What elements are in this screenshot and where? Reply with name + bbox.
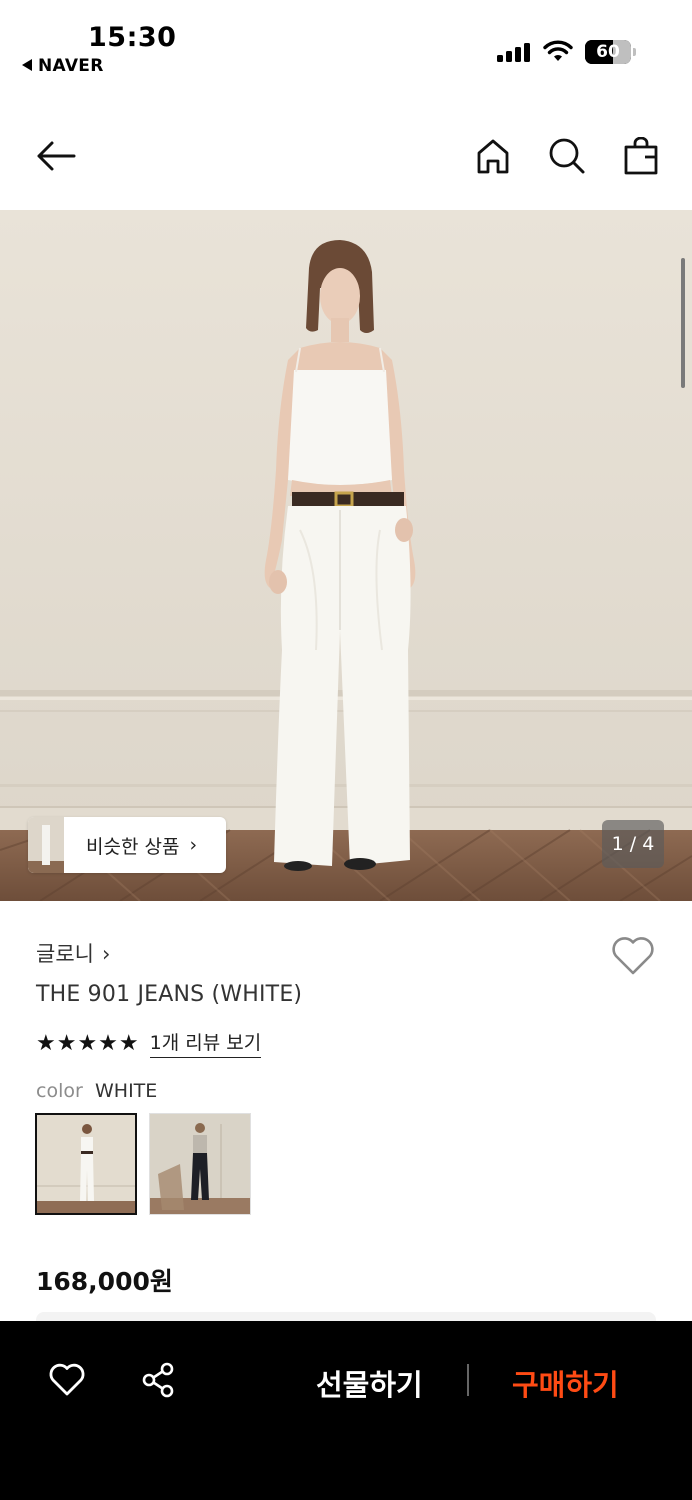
shopping-bag-icon [624, 137, 658, 175]
product-image[interactable] [0, 210, 692, 901]
share-button[interactable] [138, 1360, 178, 1400]
home-button[interactable] [473, 136, 513, 176]
color-value: WHITE [95, 1080, 158, 1102]
buy-button[interactable]: 구매하기 [512, 1362, 619, 1404]
color-label: color [36, 1080, 83, 1102]
share-icon [142, 1362, 174, 1398]
arrow-left-icon [37, 141, 76, 171]
battery-nub [633, 48, 636, 56]
search-button[interactable] [547, 136, 587, 176]
product-photo [0, 210, 692, 901]
search-icon [549, 138, 585, 174]
like-button[interactable] [47, 1360, 87, 1400]
cart-button[interactable] [621, 136, 661, 176]
chevron-right-icon: › [101, 942, 111, 966]
back-triangle-icon [22, 59, 32, 71]
back-app-label: NAVER [38, 56, 104, 76]
image-pager: 1 / 4 [602, 820, 664, 868]
swatch-white-image [37, 1115, 135, 1213]
brand-link[interactable]: 글로니 › [36, 938, 110, 968]
swatch-black-image [150, 1114, 250, 1214]
wishlist-button[interactable] [610, 936, 656, 980]
rating-row: ★★★★★ 1개 리뷰 보기 [36, 1028, 262, 1058]
color-swatch-white[interactable] [35, 1113, 137, 1215]
back-button[interactable] [36, 136, 76, 176]
wifi-icon [543, 40, 573, 61]
similar-products-button[interactable]: 비슷한 상품 › [28, 817, 226, 873]
similar-products-label: 비슷한 상품 [86, 835, 180, 858]
home-icon [477, 139, 509, 174]
battery-level: 60 [596, 42, 620, 62]
bottom-action-bar [0, 1321, 692, 1500]
heart-icon [49, 1363, 85, 1396]
chevron-right-icon: › [189, 834, 198, 856]
brand-name: 글로니 [36, 942, 94, 966]
page-scroll-indicator [681, 258, 685, 388]
product-title: THE 901 JEANS (WHITE) [36, 982, 303, 1007]
heart-outline-icon [612, 937, 654, 975]
cellular-signal-icon [497, 43, 530, 62]
color-swatch-black[interactable] [149, 1113, 251, 1215]
status-time: 15:30 [88, 22, 177, 53]
gift-button[interactable]: 선물하기 [316, 1362, 423, 1404]
similar-products-thumbnail [28, 817, 64, 873]
review-link[interactable]: 1개 리뷰 보기 [149, 1028, 262, 1058]
star-rating: ★★★★★ [36, 1030, 140, 1056]
product-price: 168,000원 [36, 1267, 173, 1296]
back-to-app-link[interactable]: NAVER [22, 56, 104, 76]
battery-indicator: 60 [585, 40, 637, 64]
button-divider [467, 1364, 469, 1396]
